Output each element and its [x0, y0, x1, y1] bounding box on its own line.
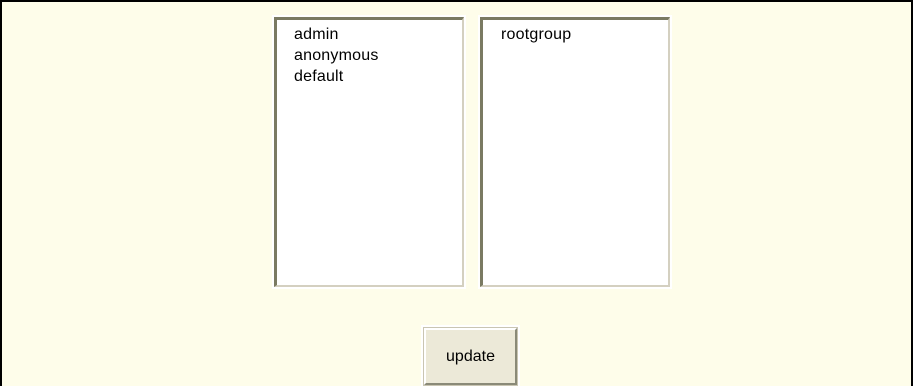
- membership-panel: admin anonymous default rootgroup update: [0, 0, 913, 388]
- users-listbox-frame: admin anonymous default: [272, 15, 466, 289]
- list-item-rootgroup[interactable]: rootgroup: [483, 24, 668, 45]
- update-button[interactable]: update: [423, 327, 518, 386]
- users-list: admin anonymous default: [277, 20, 462, 87]
- users-listbox[interactable]: admin anonymous default: [274, 17, 464, 287]
- groups-listbox-frame: rootgroup: [478, 15, 672, 289]
- groups-listbox[interactable]: rootgroup: [480, 17, 670, 287]
- list-item-default[interactable]: default: [277, 66, 462, 87]
- list-item-anonymous[interactable]: anonymous: [277, 45, 462, 66]
- groups-list: rootgroup: [483, 20, 668, 45]
- list-item-admin[interactable]: admin: [277, 24, 462, 45]
- update-button-frame: update: [421, 325, 520, 388]
